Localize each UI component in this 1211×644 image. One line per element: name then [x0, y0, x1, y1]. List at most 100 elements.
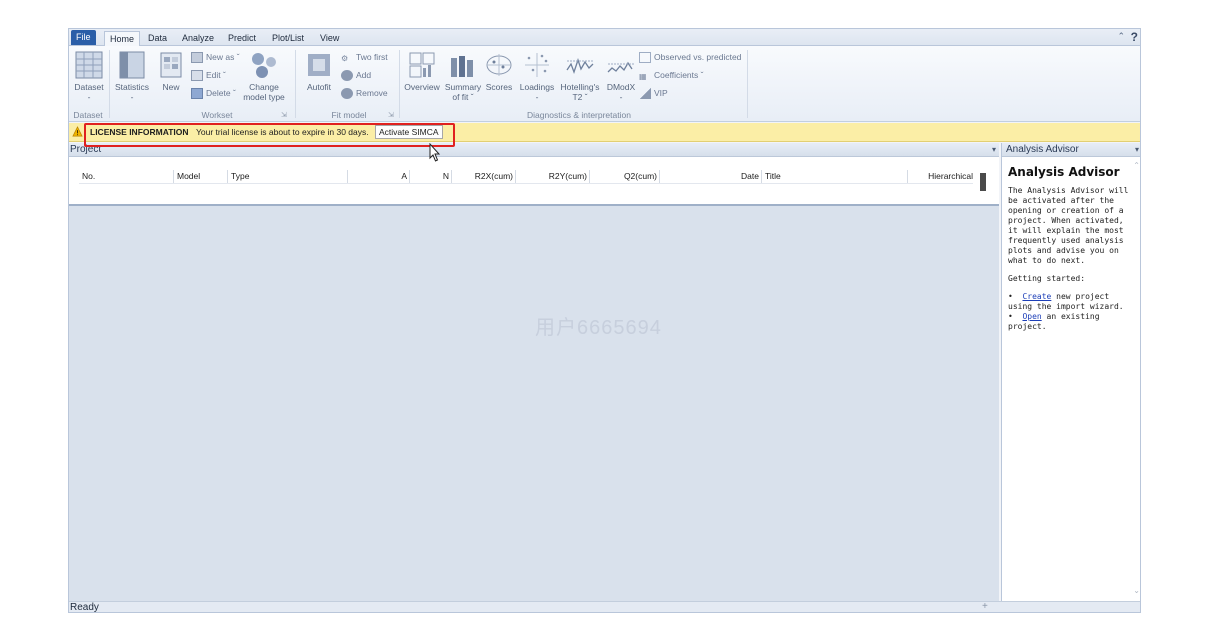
group-dataset: Dataset — [73, 110, 103, 120]
license-info-bar: LICENSE INFORMATION Your trial license i… — [69, 123, 1140, 142]
column-header-n[interactable]: N — [409, 170, 449, 183]
column-header-date[interactable]: Date — [659, 170, 759, 183]
change-model-label-2: model type — [243, 92, 285, 102]
remove-component-button[interactable]: Remove — [341, 87, 388, 100]
autofit-gear-icon — [308, 54, 330, 76]
status-bar: Ready + — [69, 601, 1140, 612]
group-fit-model: Fit model — [331, 110, 367, 120]
hotellings-label-1: Hotelling's — [560, 82, 600, 92]
column-header-a[interactable]: A — [347, 170, 407, 183]
two-first-icon: ⚙ — [341, 54, 349, 64]
column-header-q2[interactable]: Q2(cum) — [589, 170, 657, 183]
advisor-panel-title: Analysis Advisor — [1006, 144, 1079, 155]
add-icon — [341, 70, 353, 82]
splitter-plus-icon[interactable]: + — [982, 601, 988, 612]
model-type-icon — [252, 53, 276, 78]
dataset-label: Dataset — [74, 82, 104, 92]
hotellings-line-icon — [566, 57, 594, 74]
new-workset-icon — [160, 52, 182, 78]
analysis-advisor-panel: Analysis Advisor ▾ ⌃ Analysis Advisor Th… — [1001, 143, 1140, 601]
dmodx-line-icon — [607, 61, 634, 73]
observed-vs-predicted-button[interactable]: Observed vs. predicted — [639, 51, 741, 64]
tab-view[interactable]: View — [315, 31, 344, 46]
ribbon-separator — [747, 50, 748, 118]
add-label: Add — [356, 70, 372, 80]
project-panel: Project ▾ No. Model Type A N R2X(cum) R2… — [69, 143, 999, 601]
activate-simca-button[interactable]: Activate SIMCA — [375, 125, 443, 139]
column-header-r2x[interactable]: R2X(cum) — [451, 170, 513, 183]
column-header-model[interactable]: Model — [173, 170, 200, 183]
summary-label-1: Summary — [444, 82, 482, 92]
scroll-down-icon[interactable]: ⌄ — [1133, 586, 1140, 595]
new-label: New — [162, 82, 180, 92]
overview-button[interactable]: Overview — [401, 50, 443, 92]
column-header-hierarchical[interactable]: Hierarchical — [907, 170, 973, 183]
menu-bar: File Home Data Analyze Predict Plot/List… — [69, 29, 1140, 47]
coefficients-button[interactable]: ▦ Coefficients ˇ — [639, 69, 703, 82]
ribbon-separator — [109, 50, 110, 118]
minimize-ribbon-icon[interactable]: ⌃ — [1117, 31, 1125, 42]
summary-of-fit-button[interactable]: Summary of fit ˇ — [444, 50, 482, 102]
tab-analyze[interactable]: Analyze — [177, 31, 219, 46]
advisor-panel-header: Analysis Advisor ▾ — [1002, 143, 1140, 157]
overview-label: Overview — [404, 82, 440, 92]
help-icon[interactable]: ? — [1131, 30, 1138, 44]
simca-window: File Home Data Analyze Predict Plot/List… — [68, 28, 1141, 613]
advisor-open-item: • Open an existing project. — [1008, 312, 1100, 331]
grid-scrollbar-thumb[interactable] — [980, 173, 986, 191]
remove-icon — [341, 88, 353, 100]
vip-button[interactable]: VIP — [639, 87, 668, 100]
watermark: 用户6665694 — [535, 317, 662, 339]
open-project-link[interactable]: Open — [1022, 312, 1041, 321]
two-first-button[interactable]: ⚙ Two first — [341, 51, 388, 64]
observed-predicted-icon — [639, 52, 651, 64]
project-panel-header: Project ▾ — [69, 143, 999, 157]
column-header-r2y[interactable]: R2Y(cum) — [515, 170, 587, 183]
tab-predict[interactable]: Predict — [223, 31, 261, 46]
column-header-type[interactable]: Type — [227, 170, 249, 183]
delete-icon — [191, 88, 203, 100]
new-workset-button[interactable]: New — [157, 50, 185, 92]
dmodx-button[interactable]: DModX - — [603, 50, 639, 102]
delete-button[interactable]: Delete ˇ — [191, 87, 236, 100]
scroll-up-icon[interactable]: ⌃ — [1133, 161, 1140, 170]
project-grid[interactable]: No. Model Type A N R2X(cum) R2Y(cum) Q2(… — [69, 157, 999, 206]
change-model-label-1: Change — [249, 82, 279, 92]
advisor-pin-icon[interactable]: ▾ — [1135, 143, 1139, 156]
dataset-sub: - — [87, 92, 91, 102]
create-project-link[interactable]: Create — [1022, 292, 1051, 301]
fit-model-launcher-icon[interactable]: ⇲ — [388, 111, 394, 119]
dataset-button[interactable]: Dataset - — [72, 50, 106, 102]
new-as-icon — [191, 52, 203, 64]
advisor-create-item: • Create new project using the import wi… — [1008, 292, 1124, 311]
statistics-button[interactable]: Statistics - — [112, 50, 152, 102]
summary-bar-icon — [451, 56, 473, 77]
tab-data[interactable]: Data — [143, 31, 172, 46]
coefficients-label: Coefficients — [654, 70, 699, 80]
group-workset: Workset — [201, 110, 233, 120]
workset-launcher-icon[interactable]: ⇲ — [281, 111, 287, 119]
scores-button[interactable]: Scores — [483, 50, 515, 92]
delete-label: Delete — [206, 88, 231, 98]
mouse-cursor-icon — [429, 143, 441, 162]
column-header-title[interactable]: Title — [761, 170, 907, 183]
column-header-no[interactable]: No. — [82, 170, 95, 183]
two-first-label: Two first — [356, 52, 388, 62]
license-info-message: Your trial license is about to expire in… — [196, 127, 369, 137]
change-model-type-button[interactable]: Change model type — [237, 50, 291, 102]
add-component-button[interactable]: Add — [341, 69, 371, 82]
autofit-button[interactable]: Autofit — [301, 50, 337, 92]
warning-icon — [72, 126, 83, 137]
dataset-grid-icon — [75, 51, 103, 79]
new-as-label: New as — [206, 52, 235, 62]
hotellings-t2-button[interactable]: Hotelling's T2 ˇ — [559, 50, 601, 102]
tab-file[interactable]: File — [71, 30, 96, 45]
loadings-button[interactable]: Loadings - — [517, 50, 557, 102]
new-as-button[interactable]: New as ˇ — [191, 51, 240, 64]
tab-home[interactable]: Home — [104, 31, 141, 47]
pin-icon[interactable]: ▾ — [992, 143, 996, 156]
edit-button[interactable]: Edit ˇ — [191, 69, 226, 82]
scores-label: Scores — [485, 82, 513, 92]
tab-plot-list[interactable]: Plot/List — [267, 31, 309, 46]
statistics-sub: - — [130, 92, 134, 102]
